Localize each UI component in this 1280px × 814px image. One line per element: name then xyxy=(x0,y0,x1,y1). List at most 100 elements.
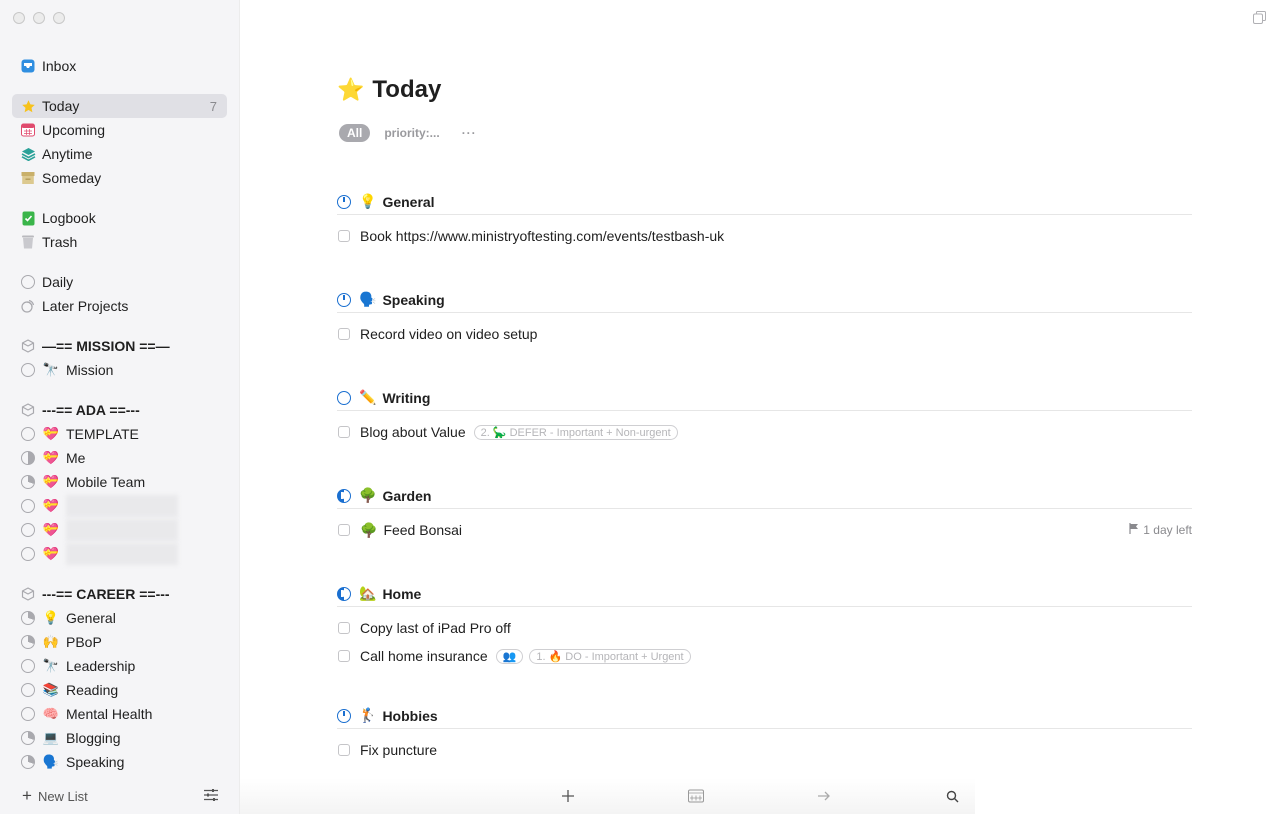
zoom-window-button[interactable] xyxy=(53,12,65,24)
sidebar-project-mobile-team[interactable]: 💝 Mobile Team xyxy=(12,470,227,494)
sidebar-item-label: Me xyxy=(66,450,86,466)
heart-ribbon-icon: 💝 xyxy=(42,546,60,561)
more-filters-button[interactable]: ··· xyxy=(462,126,477,140)
sidebar-project-daily[interactable]: Daily xyxy=(12,270,227,294)
task-row[interactable]: Book https://www.ministryoftesting.com/e… xyxy=(337,222,1192,250)
sidebar-project-leadership[interactable]: 🔭 Leadership xyxy=(12,654,227,678)
sidebar-item-logbook[interactable]: Logbook xyxy=(12,206,227,230)
new-list-button[interactable]: New List xyxy=(38,789,88,804)
sidebar-project-reading[interactable]: 📚 Reading xyxy=(12,678,227,702)
sidebar-item-today[interactable]: Today 7 xyxy=(12,94,227,118)
when-button[interactable] xyxy=(688,788,704,804)
sidebar-project-blogging[interactable]: 💻 Blogging xyxy=(12,726,227,750)
task-checkbox[interactable] xyxy=(338,650,350,662)
sidebar-project-general[interactable]: 💡 General xyxy=(12,606,227,630)
quick-find-button[interactable] xyxy=(944,788,960,804)
sidebar-item-someday[interactable]: Someday xyxy=(12,166,227,190)
sidebar-area-ada[interactable]: ---== ADA ==--- xyxy=(12,398,227,422)
minimize-window-button[interactable] xyxy=(33,12,45,24)
section-header[interactable]: 🏌️ Hobbies xyxy=(337,705,1192,729)
project-ring-icon xyxy=(20,426,36,442)
sidebar-item-anytime[interactable]: Anytime xyxy=(12,142,227,166)
sidebar-item-trash[interactable]: Trash xyxy=(12,230,227,254)
brain-icon: 🧠 xyxy=(42,706,60,721)
section-title: Speaking xyxy=(382,291,445,308)
project-ring-icon xyxy=(20,546,36,562)
task-row[interactable]: Fix puncture xyxy=(337,736,1192,764)
section-title: Garden xyxy=(382,487,432,504)
task-checkbox[interactable] xyxy=(338,328,350,340)
section-general: 💡 General Book https://www.ministryoftesti… xyxy=(337,191,1192,250)
sidebar-item-upcoming[interactable]: Upcoming xyxy=(12,118,227,142)
project-ring-icon xyxy=(20,706,36,722)
page-title: ⭐ Today xyxy=(337,76,1192,104)
area-label: —== MISSION ==— xyxy=(42,338,170,354)
sidebar-project-redacted[interactable]: 💝 xyxy=(12,494,227,518)
plus-icon: + xyxy=(22,786,32,805)
sidebar-area-career[interactable]: ---== CAREER ==--- xyxy=(12,582,227,606)
heart-ribbon-icon: 💝 xyxy=(42,450,60,465)
task-tag[interactable]: 👥 xyxy=(495,648,524,664)
task-checkbox[interactable] xyxy=(338,426,350,438)
filter-priority-tag[interactable]: priority:... xyxy=(384,126,439,140)
sidebar-project-mission[interactable]: 🔭 Mission xyxy=(12,358,227,382)
area-label: ---== CAREER ==--- xyxy=(42,586,170,602)
project-progress-icon xyxy=(20,730,36,746)
project-ring-icon xyxy=(20,658,36,674)
task-list: 🌳 Feed Bonsai 1 day left xyxy=(337,516,1192,544)
section-garden: 🌳 Garden 🌳 Feed Bonsai 1 day left xyxy=(337,485,1192,544)
sidebar-project-template[interactable]: 💝 TEMPLATE xyxy=(12,422,227,446)
section-header[interactable]: 🗣️ Speaking xyxy=(337,289,1192,313)
project-progress-icon xyxy=(20,474,36,490)
bottom-toolbar xyxy=(240,778,975,814)
task-tag[interactable]: 2. 🦕 DEFER - Important + Non-urgent xyxy=(473,424,678,440)
later-projects-icon xyxy=(20,298,36,314)
sidebar-project-redacted[interactable]: 💝 xyxy=(12,542,227,566)
sidebar-project-redacted[interactable]: 💝 xyxy=(12,518,227,542)
filter-all-button[interactable]: All xyxy=(339,124,371,142)
sidebar-area-mission[interactable]: —== MISSION ==— xyxy=(12,334,227,358)
task-list: Blog about Value 2. 🦕 DEFER - Important +… xyxy=(337,418,1192,446)
sidebar-project-later-projects[interactable]: Later Projects xyxy=(12,294,227,318)
project-emoji-icon: 🏌️ xyxy=(359,707,377,723)
project-emoji-icon: 💡 xyxy=(359,193,377,209)
task-checkbox[interactable] xyxy=(338,524,350,536)
section-header[interactable]: 🏡 Home xyxy=(337,583,1192,607)
section-header[interactable]: ✏️ Writing xyxy=(337,387,1192,411)
project-progress-icon xyxy=(20,634,36,650)
sidebar-item-label: Leadership xyxy=(66,658,136,674)
task-title: Record video on video setup xyxy=(360,326,538,342)
section-title: Hobbies xyxy=(382,707,438,724)
sidebar-item-label: Reading xyxy=(66,682,119,698)
section-speaking: 🗣️ Speaking Record video on video setup xyxy=(337,289,1192,348)
task-row[interactable]: Call home insurance 👥 1. 🔥 DO - Important … xyxy=(337,642,1192,670)
move-button[interactable] xyxy=(816,788,832,804)
area-cube-icon xyxy=(20,402,36,418)
task-checkbox[interactable] xyxy=(338,230,350,242)
task-row[interactable]: Record video on video setup xyxy=(337,320,1192,348)
sidebar-project-speaking[interactable]: 🗣️ Speaking xyxy=(12,750,227,774)
task-row[interactable]: 🌳 Feed Bonsai 1 day left xyxy=(337,516,1192,544)
task-emoji-icon: 🌳 xyxy=(360,521,378,538)
section-header[interactable]: 🌳 Garden xyxy=(337,485,1192,509)
task-checkbox[interactable] xyxy=(338,744,350,756)
new-todo-button[interactable] xyxy=(560,788,576,804)
sidebar-project-pbop[interactable]: 🙌 PBoP xyxy=(12,630,227,654)
section-header[interactable]: 💡 General xyxy=(337,191,1192,215)
sidebar-item-label: Speaking xyxy=(66,754,125,770)
sidebar-project-mental-health[interactable]: 🧠 Mental Health xyxy=(12,702,227,726)
task-checkbox[interactable] xyxy=(338,622,350,634)
task-row[interactable]: Blog about Value 2. 🦕 DEFER - Important +… xyxy=(337,418,1192,446)
area-label: ---== ADA ==--- xyxy=(42,402,140,418)
sliders-icon[interactable] xyxy=(203,788,219,802)
close-window-button[interactable] xyxy=(13,12,25,24)
task-tag[interactable]: 1. 🔥 DO - Important + Urgent xyxy=(529,648,691,664)
task-row[interactable]: Copy last of iPad Pro off xyxy=(337,614,1192,642)
trash-icon xyxy=(20,234,36,250)
project-ring-icon xyxy=(20,498,36,514)
today-count-badge: 7 xyxy=(209,98,217,114)
task-title: Blog about Value xyxy=(360,424,466,440)
sidebar-project-me[interactable]: 💝 Me xyxy=(12,446,227,470)
sidebar-item-inbox[interactable]: Inbox xyxy=(12,54,227,78)
duplicate-window-icon[interactable] xyxy=(1253,11,1266,24)
